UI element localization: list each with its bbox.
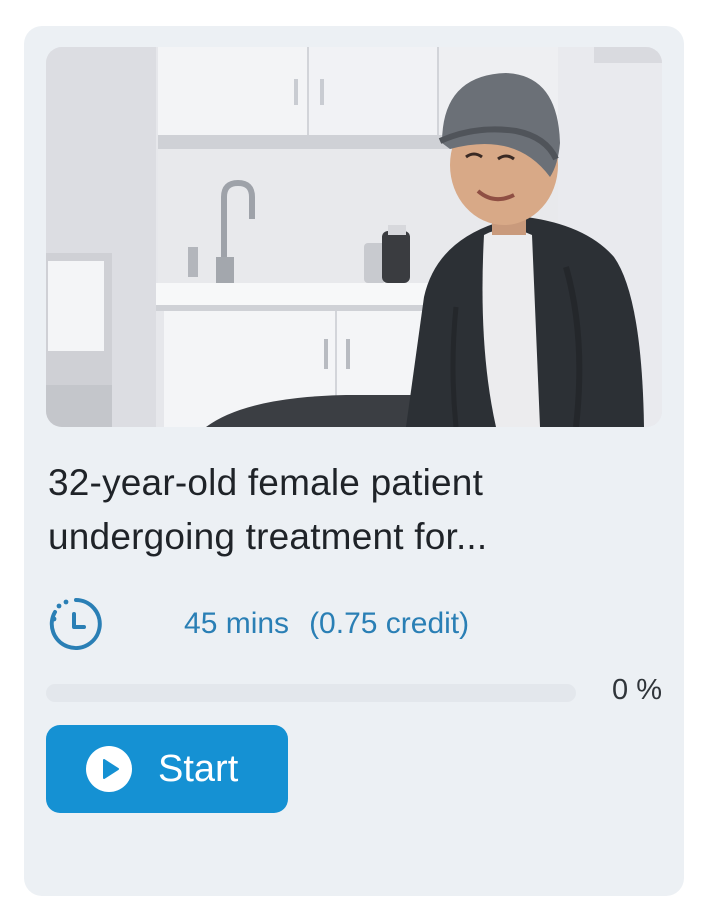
duration-value: 45 mins	[184, 607, 290, 640]
duration-text: 45 mins (0.75 credit)	[134, 573, 469, 675]
progress-percent: 0 %	[612, 674, 662, 706]
progress-bar	[46, 684, 576, 702]
course-thumbnail[interactable]	[46, 47, 662, 427]
course-title[interactable]: 32-year-old female patient undergoing tr…	[48, 456, 658, 564]
play-icon	[86, 746, 132, 792]
credit-value: (0.75 credit)	[309, 607, 470, 640]
start-label: Start	[158, 747, 239, 790]
course-meta: 45 mins (0.75 credit)	[46, 594, 469, 654]
start-button[interactable]: Start	[46, 725, 288, 813]
course-card[interactable]: 32-year-old female patient undergoing tr…	[24, 26, 684, 896]
patient-photo	[46, 47, 662, 427]
clock-icon	[49, 598, 102, 650]
